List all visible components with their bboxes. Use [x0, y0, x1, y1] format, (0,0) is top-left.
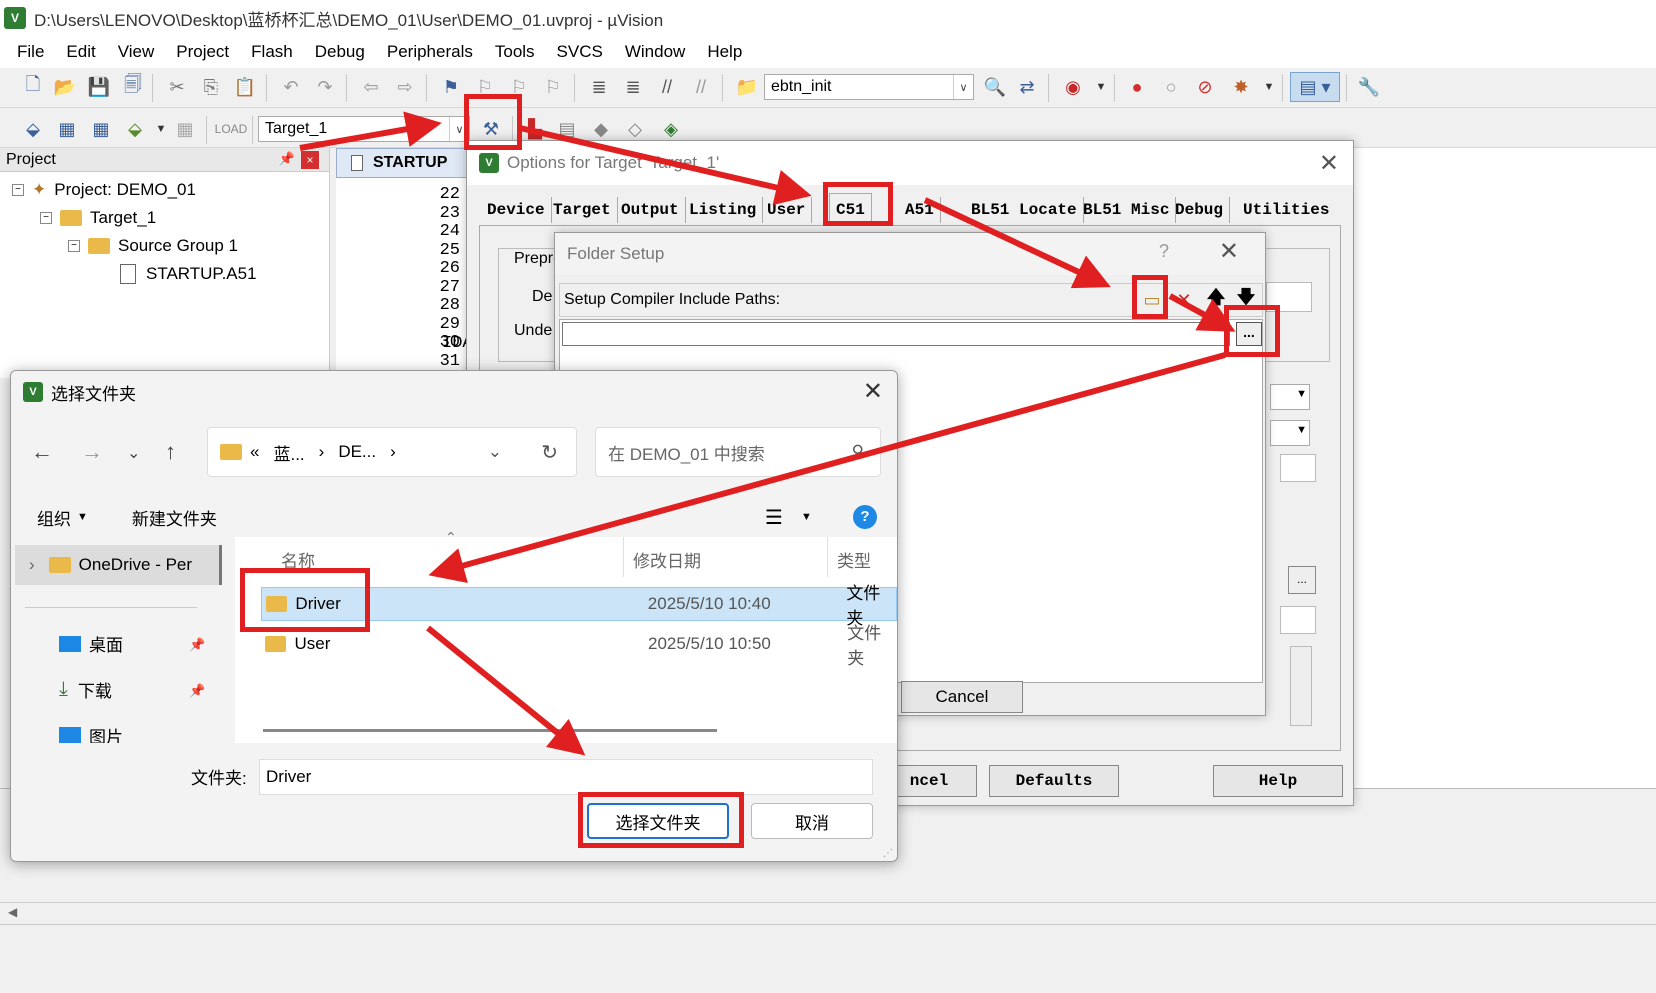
arrow [299, 111, 442, 151]
arrow [426, 625, 586, 756]
arrow [923, 197, 1111, 289]
arrow [519, 125, 812, 206]
annotation-arrows [299, 111, 1236, 756]
arrow [428, 352, 1226, 583]
arrow [1168, 293, 1236, 332]
